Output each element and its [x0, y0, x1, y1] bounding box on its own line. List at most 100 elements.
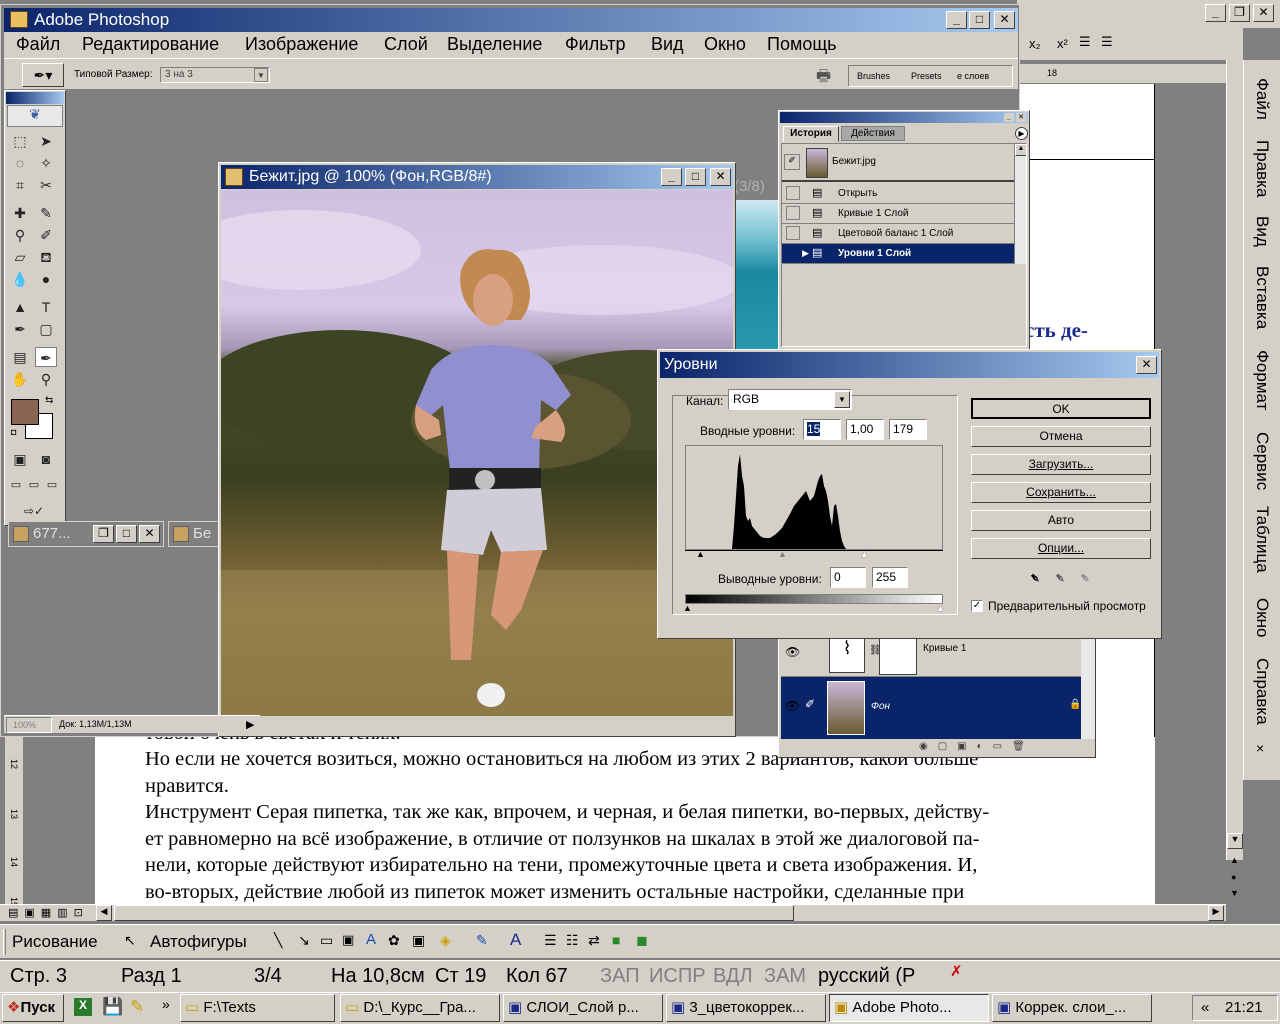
minimized-maximize-button[interactable]: □ — [116, 525, 137, 543]
menu-help[interactable]: Помощь — [767, 34, 837, 55]
menu-file[interactable]: Файл — [16, 34, 60, 55]
marquee-tool-icon[interactable]: ⬚ — [9, 131, 31, 151]
image-close-button[interactable]: ✕ — [710, 168, 731, 186]
layer-row-curves[interactable]: 👁 ⌇ ⛓ Кривые 1 — [781, 633, 1081, 677]
type-tool-icon[interactable]: T — [35, 297, 57, 317]
move-tool-icon[interactable]: ➤ — [35, 131, 57, 151]
side-menu-window[interactable]: Окно — [1252, 598, 1272, 638]
image-minimize-button[interactable]: _ — [661, 168, 682, 186]
history-item-levels[interactable]: ▶ ▤ Уровни 1 Слой — [782, 244, 1026, 264]
standard-mode-icon[interactable]: ▣ — [9, 449, 31, 469]
dash-style-icon[interactable]: ☷ — [566, 932, 579, 949]
status-arrow-icon[interactable]: ▶ — [246, 718, 254, 731]
input-white-slider-icon[interactable]: ▲ — [860, 549, 869, 559]
output-white-field[interactable]: 255 — [872, 567, 908, 588]
bullet-list-icon[interactable]: ☰ — [1101, 34, 1113, 50]
side-menu-view[interactable]: Вид — [1252, 216, 1272, 247]
crop-tool-icon[interactable]: ⌗ — [9, 175, 31, 195]
font-color-icon[interactable]: A — [510, 930, 521, 950]
palette-tab-presets[interactable]: Presets — [911, 71, 942, 81]
arrow-icon[interactable]: ↘ — [298, 932, 310, 949]
ok-button[interactable]: OK — [971, 398, 1151, 419]
minimized-window-1[interactable]: 677... ❐ □ ✕ — [8, 521, 164, 547]
minimized-window-2[interactable]: Бе — [168, 521, 220, 547]
task-korrek[interactable]: ▣ Коррек. слои_... — [992, 994, 1152, 1022]
layer-row-background[interactable]: 👁 ✐ Фон 🔒 — [781, 677, 1081, 739]
actions-tab[interactable]: Действия — [841, 126, 905, 141]
layer-visibility-icon[interactable]: 👁 — [785, 699, 800, 713]
pen-tool-icon[interactable]: ✒ — [9, 319, 31, 339]
drawing-menu[interactable]: Рисование — [12, 932, 98, 952]
task-sloi[interactable]: ▣ СЛОИ_Слой р... — [503, 994, 663, 1022]
history-item-open[interactable]: ▤ Открыть — [782, 184, 1026, 204]
shadow-icon[interactable]: ■ — [612, 932, 620, 948]
minimized-close-button[interactable]: ✕ — [139, 525, 160, 543]
history-item-color-balance[interactable]: ▤ Цветовой баланс 1 Слой — [782, 224, 1026, 244]
clone-stamp-tool-icon[interactable]: ⚲ — [9, 225, 31, 245]
numbered-list-icon[interactable]: ☰ — [1079, 34, 1091, 50]
word-restore-button[interactable]: ❐ — [1229, 4, 1250, 22]
history-tab[interactable]: История — [783, 126, 839, 142]
path-selection-tool-icon[interactable]: ▲ — [9, 297, 31, 317]
fill-color-icon[interactable]: ◈ — [440, 932, 451, 949]
eyedropper-tool-preset-icon[interactable]: ✒▾ — [22, 63, 64, 87]
history-scroll-up-icon[interactable]: ▲ — [1015, 144, 1026, 156]
palette-menu-arrow-icon[interactable]: ▶ — [1015, 127, 1028, 140]
task-kurs[interactable]: ▭ D:\_Курс__Гра... — [340, 994, 500, 1022]
status-ovr[interactable]: ЗАМ — [764, 962, 806, 990]
spelling-status-icon[interactable]: ✗ — [950, 962, 963, 980]
history-snapshot[interactable]: ✐ Бежит.jpg — [782, 144, 1014, 182]
vscroll-next-page-icon[interactable]: ▼ — [1230, 888, 1239, 898]
screen-mode-standard-icon[interactable]: ▭ — [7, 475, 25, 495]
image-maximize-button[interactable]: □ — [685, 168, 706, 186]
auto-button[interactable]: Авто — [971, 510, 1151, 531]
tray-expand-icon[interactable]: « — [1201, 996, 1209, 1020]
swap-colors-icon[interactable]: ⇆ — [45, 395, 53, 406]
screen-mode-full-icon[interactable]: ▭ — [43, 475, 61, 495]
output-white-slider-icon[interactable]: ▲ — [936, 603, 945, 613]
menu-layer[interactable]: Слой — [384, 34, 428, 55]
input-black-slider-icon[interactable]: ▲ — [696, 549, 705, 559]
menu-filter[interactable]: Фильтр — [565, 34, 625, 55]
ps-minimize-button[interactable]: _ — [946, 11, 967, 29]
word-close-button[interactable]: ✕ — [1253, 4, 1274, 22]
zoom-tool-icon[interactable]: ⚲ — [35, 369, 57, 389]
side-menu-insert[interactable]: Вставка — [1252, 266, 1272, 329]
ps-maximize-button[interactable]: □ — [969, 11, 990, 29]
textbox-icon[interactable]: ▣ — [342, 932, 354, 948]
brush-tool-icon[interactable]: ✎ — [35, 203, 57, 223]
side-menu-file[interactable]: Файл — [1252, 78, 1272, 120]
menu-edit[interactable]: Редактирование — [82, 34, 219, 55]
word-hscroll[interactable]: ▤▣▦▥⊡ ◀ ▶ — [0, 904, 1226, 921]
hscroll-left-arrow-icon[interactable]: ◀ — [96, 905, 112, 921]
layer-visibility-icon[interactable]: 👁 — [785, 645, 800, 659]
preview-checkbox[interactable]: ✓ — [971, 600, 983, 612]
quicklaunch-excel-icon[interactable]: X — [74, 998, 92, 1016]
input-white-field[interactable]: 179 — [889, 419, 927, 440]
hand-tool-icon[interactable]: ✋ — [9, 369, 31, 389]
status-trk[interactable]: ИСПР — [649, 962, 706, 990]
adobe-online-icon[interactable]: ❦ — [7, 105, 63, 127]
side-close-icon[interactable]: × — [1256, 740, 1264, 756]
select-objects-icon[interactable]: ↖ — [124, 932, 136, 949]
input-gray-slider-icon[interactable]: ▲ — [778, 549, 787, 559]
input-gamma-field[interactable]: 1,00 — [846, 419, 884, 440]
task-photoshop[interactable]: ▣ Adobe Photo... — [829, 994, 989, 1022]
magic-wand-tool-icon[interactable]: ✧ — [35, 153, 57, 173]
wordart-icon[interactable]: A — [366, 931, 376, 948]
diagram-icon[interactable]: ✿ — [388, 932, 400, 949]
task-texts[interactable]: ▭ F:\Texts — [180, 994, 335, 1022]
zoom-field-strip[interactable]: 100% — [6, 717, 52, 733]
quick-mask-mode-icon[interactable]: ◙ — [35, 449, 57, 469]
lasso-tool-icon[interactable]: ◌ — [9, 153, 31, 173]
dodge-tool-icon[interactable]: ● — [35, 269, 57, 289]
channel-select[interactable]: RGB ▼ — [728, 389, 852, 410]
history-palette-close-button[interactable]: ✕ — [1016, 113, 1026, 122]
side-menu-edit[interactable]: Правка — [1252, 140, 1272, 197]
output-black-field[interactable]: 0 — [830, 567, 866, 588]
side-menu-tools[interactable]: Сервис — [1252, 432, 1272, 490]
word-vscroll[interactable]: ▼ ▲ ● ▼ — [1226, 60, 1243, 898]
blur-tool-icon[interactable]: 💧 — [9, 269, 31, 289]
menu-window[interactable]: Окно — [704, 34, 746, 55]
clipart-icon[interactable]: ▣ — [412, 932, 425, 949]
